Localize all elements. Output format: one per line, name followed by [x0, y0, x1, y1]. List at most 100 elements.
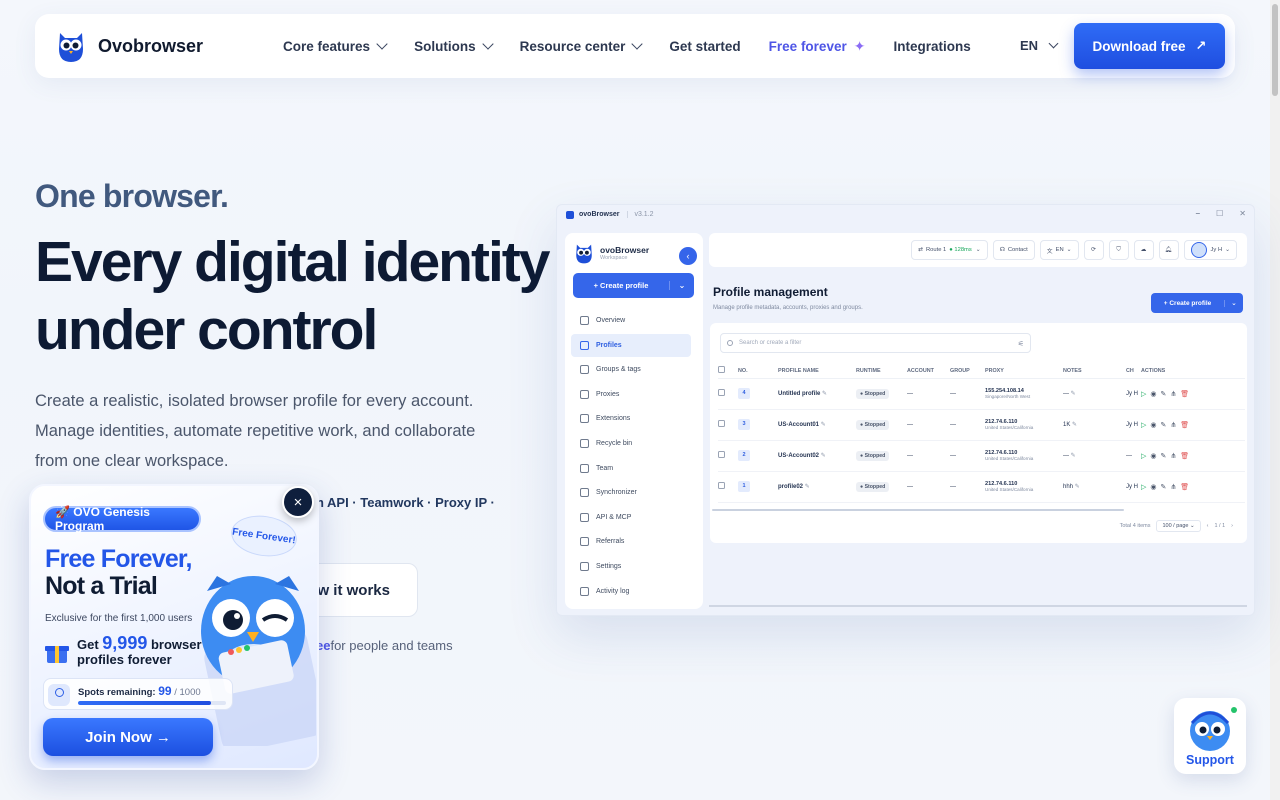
menu-free-forever[interactable]: Free forever ✦: [769, 38, 866, 55]
next-page-icon[interactable]: ›: [1231, 523, 1233, 529]
select-all-checkbox[interactable]: [718, 366, 725, 374]
edit-icon[interactable]: ✎: [1161, 453, 1171, 460]
table-row[interactable]: 2 US-Account02 ✎ ● Stopped — — 212.74.6.…: [718, 440, 1245, 472]
launch-icon[interactable]: ▷: [1141, 453, 1150, 460]
main-scrollbar[interactable]: [709, 605, 1247, 607]
user-menu[interactable]: Jy H ⌄: [1183, 240, 1237, 260]
row-select-cell: [718, 409, 738, 441]
table-horizontal-scrollbar[interactable]: [712, 509, 1124, 511]
menu-core-features[interactable]: Core features: [283, 38, 388, 54]
row-actions-cell: ▷◉✎⋔🗑︎: [1141, 378, 1245, 410]
edit-icon[interactable]: ✎: [805, 484, 810, 490]
shield-icon: ⛉: [1116, 246, 1121, 253]
collapse-sidebar-button[interactable]: ‹: [679, 247, 697, 265]
edit-icon[interactable]: ✎: [1075, 484, 1080, 490]
share-icon[interactable]: ⋔: [1170, 484, 1180, 491]
prev-page-icon[interactable]: ‹: [1207, 523, 1209, 529]
route-selector[interactable]: ⇄ Route 1 ● 128ms ⌄: [911, 240, 988, 260]
maximize-icon[interactable]: ☐: [1216, 209, 1223, 218]
view-icon[interactable]: ◉: [1150, 391, 1160, 398]
download-button[interactable]: Download free ↗: [1074, 23, 1225, 69]
sidebar-item-overview[interactable]: Overview: [571, 309, 691, 332]
scrollbar-thumb[interactable]: [1272, 4, 1278, 96]
chevron-down-icon[interactable]: ⌄: [670, 281, 694, 290]
delete-icon[interactable]: 🗑︎: [1180, 391, 1193, 398]
language-selector[interactable]: EN: [1020, 38, 1059, 53]
page-size-select[interactable]: 100 / page ⌄: [1156, 520, 1201, 532]
delete-icon[interactable]: 🗑︎: [1180, 484, 1193, 491]
edit-icon[interactable]: ✎: [822, 391, 827, 397]
row-checkbox[interactable]: [718, 451, 725, 458]
sidebar-item-activity-log[interactable]: Activity log: [571, 580, 691, 603]
notes-text: hhh: [1063, 484, 1074, 490]
create-profile-label: + Create profile: [573, 281, 670, 290]
menu-resource-center[interactable]: Resource center: [520, 38, 644, 54]
chevron-down-icon: ⌄: [1066, 247, 1072, 253]
language-label: EN: [1020, 38, 1039, 53]
edit-icon[interactable]: ✎: [821, 453, 826, 459]
sidebar-item-team[interactable]: Team: [571, 457, 691, 480]
page-scrollbar[interactable]: [1270, 0, 1280, 800]
sidebar-item-recycle-bin[interactable]: Recycle bin: [571, 432, 691, 455]
cloud-sync-button[interactable]: ☁: [1133, 240, 1154, 260]
delete-icon[interactable]: 🗑︎: [1180, 422, 1193, 429]
refresh-button[interactable]: ⟳: [1083, 240, 1104, 260]
sidebar-item-profiles[interactable]: Profiles: [571, 333, 691, 357]
menu-solutions[interactable]: Solutions: [414, 38, 494, 54]
app-language-selector[interactable]: 文 EN ⌄: [1039, 240, 1079, 260]
sidebar-item-settings[interactable]: Settings: [571, 555, 691, 578]
menu-get-started[interactable]: Get started: [669, 39, 740, 54]
create-profile-button[interactable]: + Create profile ⌄: [573, 273, 694, 298]
edit-icon[interactable]: ✎: [1161, 484, 1171, 491]
minimize-icon[interactable]: –: [1196, 209, 1200, 218]
col-no[interactable]: NO.: [738, 364, 778, 379]
sidebar-item-api-mcp[interactable]: API & MCP: [571, 506, 691, 529]
sidebar-item-proxies[interactable]: Proxies: [571, 383, 691, 406]
filter-icon[interactable]: ⚟: [1018, 340, 1024, 348]
owl-logo-icon: [59, 33, 83, 62]
table-row[interactable]: 1 profile02 ✎ ● Stopped — — 212.74.6.110…: [718, 471, 1245, 503]
shield-button[interactable]: ⛉: [1108, 240, 1129, 260]
launch-icon[interactable]: ▷: [1141, 391, 1150, 398]
create-profile-button[interactable]: + Create profile ⌄: [1151, 293, 1243, 313]
sidebar-item-extensions[interactable]: Extensions: [571, 407, 691, 430]
share-icon[interactable]: ⋔: [1170, 391, 1180, 398]
row-checkbox[interactable]: [718, 389, 725, 396]
share-icon[interactable]: ⋔: [1170, 422, 1180, 429]
notifications-button[interactable]: 🔔︎: [1158, 240, 1179, 260]
profile-name: US-Account01: [778, 422, 820, 428]
delete-icon[interactable]: 🗑︎: [1180, 453, 1193, 460]
sidebar-item-synchronizer[interactable]: Synchronizer: [571, 481, 691, 504]
edit-icon[interactable]: ✎: [821, 422, 826, 428]
chevron-down-icon[interactable]: ⌄: [1225, 299, 1243, 307]
table-row[interactable]: 4 Untitled profile ✎ ● Stopped — — 155.2…: [718, 378, 1245, 410]
ch-cell: Jy H: [1126, 471, 1141, 503]
close-window-icon[interactable]: ✕: [1239, 209, 1246, 218]
menu-integrations[interactable]: Integrations: [893, 39, 970, 54]
search-input[interactable]: Search or create a filter ⚟: [720, 333, 1031, 353]
edit-icon[interactable]: ✎: [1071, 391, 1076, 397]
join-now-button[interactable]: Join Now →: [43, 718, 213, 756]
support-widget[interactable]: Support: [1174, 698, 1246, 774]
launch-icon[interactable]: ▷: [1141, 422, 1150, 429]
view-icon[interactable]: ◉: [1150, 422, 1160, 429]
edit-icon[interactable]: ✎: [1072, 422, 1077, 428]
view-icon[interactable]: ◉: [1150, 484, 1160, 491]
edit-icon[interactable]: ✎: [1071, 453, 1076, 459]
ch-cell: Jy H: [1126, 409, 1141, 441]
row-checkbox[interactable]: [718, 420, 725, 427]
brand-logo[interactable]: Ovobrowser: [56, 29, 203, 63]
offer-text: Get 9,999 browser profiles forever: [77, 634, 202, 667]
close-popup-button[interactable]: ×: [282, 486, 314, 518]
contact-button[interactable]: ☊ Contact: [992, 240, 1035, 260]
row-checkbox[interactable]: [718, 482, 725, 489]
view-icon[interactable]: ◉: [1150, 453, 1160, 460]
share-icon[interactable]: ⋔: [1170, 453, 1180, 460]
table-header-row: NO. PROFILE NAME RUNTIME ACCOUNT GROUP P…: [718, 364, 1245, 379]
edit-icon[interactable]: ✎: [1161, 391, 1171, 398]
edit-icon[interactable]: ✎: [1161, 422, 1171, 429]
sidebar-item-referrals[interactable]: Referrals: [571, 530, 691, 553]
launch-icon[interactable]: ▷: [1141, 484, 1150, 491]
sidebar-item-groups-tags[interactable]: Groups & tags: [571, 358, 691, 381]
table-row[interactable]: 3 US-Account01 ✎ ● Stopped — — 212.74.6.…: [718, 409, 1245, 441]
